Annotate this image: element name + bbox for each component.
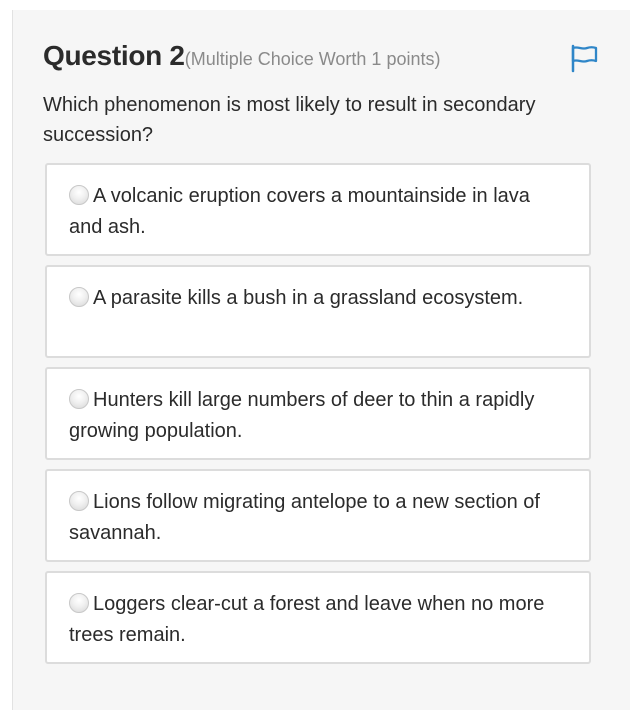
radio-button[interactable] [69, 491, 89, 511]
answer-option-1[interactable]: A volcanic eruption covers a mountainsid… [45, 163, 591, 256]
radio-button[interactable] [69, 593, 89, 613]
question-prompt: Which phenomenon is most likely to resul… [43, 94, 536, 146]
answer-option-3[interactable]: Hunters kill large numbers of deer to th… [45, 367, 591, 460]
answer-option-2[interactable]: A parasite kills a bush in a grassland e… [45, 265, 591, 358]
question-header: Question 2(Multiple Choice Worth 1 point… [43, 40, 599, 80]
answer-option-label: A parasite kills a bush in a grassland e… [93, 287, 524, 309]
radio-button[interactable] [69, 389, 89, 409]
answer-option-label: Loggers clear-cut a forest and leave whe… [69, 593, 545, 646]
answer-option-label: Lions follow migrating antelope to a new… [69, 491, 540, 544]
radio-button[interactable] [69, 185, 89, 205]
answer-option-label: Hunters kill large numbers of deer to th… [69, 389, 535, 442]
radio-button[interactable] [69, 287, 89, 307]
answer-option-4[interactable]: Lions follow migrating antelope to a new… [45, 469, 591, 562]
answer-options: A volcanic eruption covers a mountainsid… [45, 163, 591, 673]
flag-icon[interactable] [569, 43, 599, 73]
question-card: Question 2(Multiple Choice Worth 1 point… [12, 10, 630, 710]
answer-option-label: A volcanic eruption covers a mountainsid… [69, 185, 530, 238]
question-number: Question 2 [43, 40, 185, 71]
question-title-line: Question 2(Multiple Choice Worth 1 point… [43, 40, 440, 72]
answer-option-5[interactable]: Loggers clear-cut a forest and leave whe… [45, 571, 591, 664]
question-meta: (Multiple Choice Worth 1 points) [184, 49, 441, 69]
